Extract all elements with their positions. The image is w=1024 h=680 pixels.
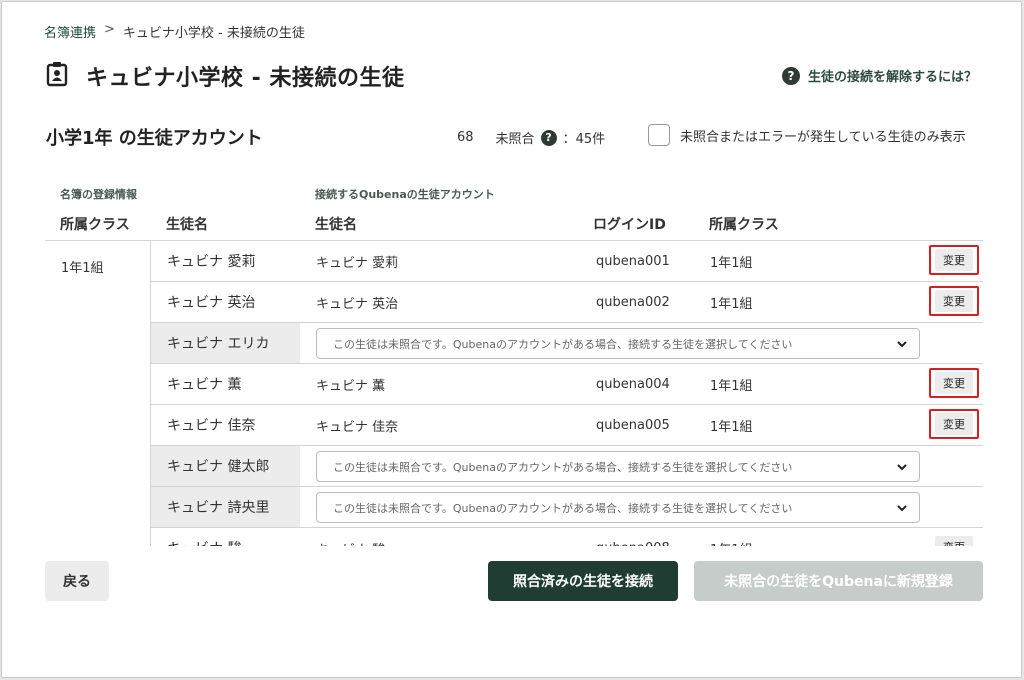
change-button[interactable]: 変更 — [929, 532, 979, 546]
table-row-unmatched: キュビナ エリカ この生徒は未照合です。Qubenaのアカウントがある場合、接続… — [150, 323, 983, 364]
change-button-label: 変更 — [935, 372, 973, 394]
column-header-roster-name: 生徒名 — [166, 217, 208, 233]
qubena-name: キュビナ 佳奈 — [316, 419, 399, 435]
student-select[interactable]: この生徒は未照合です。Qubenaのアカウントがある場合、接続する生徒を選択して… — [316, 492, 920, 523]
roster-name: キュビナ 英治 — [150, 282, 300, 322]
connect-matched-button[interactable]: 照合済みの生徒を接続 — [488, 561, 678, 601]
qubena-class: 1年1組 — [710, 528, 753, 547]
clipboard-person-icon — [46, 61, 68, 91]
table-row: キュビナ 愛莉 キュビナ 愛莉 qubena001 1年1組 変更 — [150, 241, 983, 282]
roster-group-header: 名簿の登録情報 — [60, 188, 137, 201]
chevron-down-icon — [897, 505, 907, 512]
student-stats: 68 未照合 ? ：45件 — [457, 128, 605, 147]
question-circle-icon: ? — [781, 66, 800, 85]
table-row: キュビナ 英治 キュビナ 英治 qubena002 1年1組 変更 — [150, 282, 983, 323]
back-button[interactable]: 戻る — [45, 561, 109, 601]
qubena-class: 1年1組 — [710, 296, 753, 312]
table-row: キュビナ 駿 キュビナ 駿 qubena008 1年1組 変更 — [150, 528, 983, 546]
change-button-label: 変更 — [935, 290, 973, 312]
login-id: qubena004 — [596, 376, 670, 392]
change-button-label: 変更 — [935, 413, 973, 435]
change-button-label: 変更 — [935, 536, 973, 546]
qubena-name: キュビナ 愛莉 — [316, 255, 399, 271]
roster-name: キュビナ 愛莉 — [150, 241, 300, 281]
roster-name: キュビナ 駿 — [150, 528, 300, 546]
change-button[interactable]: 変更 — [929, 409, 979, 439]
chevron-down-icon — [897, 341, 907, 348]
unmatched-help-icon[interactable]: ? — [540, 129, 557, 146]
breadcrumb-current: キュビナ小学校 - 未接続の生徒 — [122, 26, 305, 41]
change-button[interactable]: 変更 — [929, 286, 979, 316]
breadcrumb-link-roster[interactable]: 名簿連携 — [44, 22, 96, 41]
breadcrumb: 名簿連携 > キュビナ小学校 - 未接続の生徒 — [44, 22, 305, 41]
change-button[interactable]: 変更 — [929, 368, 979, 398]
qubena-group-header: 接続するQubenaの生徒アカウント — [315, 188, 495, 201]
qubena-class: 1年1組 — [710, 255, 753, 271]
table-row-unmatched: キュビナ 健太郎 この生徒は未照合です。Qubenaのアカウントがある場合、接続… — [150, 446, 983, 487]
qubena-class: 1年1組 — [710, 419, 753, 435]
login-id: qubena001 — [596, 253, 670, 269]
roster-name: キュビナ 健太郎 — [150, 446, 300, 486]
unmatched-filter[interactable]: 未照合またはエラーが発生している生徒のみ表示 — [648, 124, 966, 146]
page-header: キュビナ小学校 - 未接続の生徒 — [46, 60, 404, 92]
column-header-qubena-name: 生徒名 — [315, 217, 357, 233]
student-select[interactable]: この生徒は未照合です。Qubenaのアカウントがある場合、接続する生徒を選択して… — [316, 451, 920, 482]
student-select-placeholder: この生徒は未照合です。Qubenaのアカウントがある場合、接続する生徒を選択して… — [333, 337, 793, 351]
login-id: qubena008 — [596, 528, 670, 547]
table-row: キュビナ 佳奈 キュビナ 佳奈 qubena005 1年1組 変更 — [150, 405, 983, 446]
change-button-label: 変更 — [935, 249, 973, 271]
roster-name: キュビナ 詩央里 — [150, 487, 300, 527]
section-title: 小学1年 の生徒アカウント — [46, 128, 263, 149]
app-window: 名簿連携 > キュビナ小学校 - 未接続の生徒 キュビナ小学校 - 未接続の生徒… — [1, 1, 1022, 678]
table-row-unmatched: キュビナ 詩央里 この生徒は未照合です。Qubenaのアカウントがある場合、接続… — [150, 487, 983, 528]
help-link-label: 生徒の接続を解除するには？ — [807, 70, 977, 85]
login-id: qubena002 — [596, 294, 670, 310]
student-table[interactable]: 1年1組 キュビナ 愛莉 キュビナ 愛莉 qubena001 1年1組 変更 キ… — [45, 240, 983, 546]
qubena-name: キュビナ 英治 — [316, 296, 399, 312]
column-header-qubena-class: 所属クラス — [709, 217, 779, 233]
column-header-class: 所属クラス — [60, 217, 130, 233]
student-select-placeholder: この生徒は未照合です。Qubenaのアカウントがある場合、接続する生徒を選択して… — [333, 460, 793, 474]
change-button[interactable]: 変更 — [929, 245, 979, 275]
login-id: qubena005 — [596, 417, 670, 433]
column-header-login-id: ログインID — [593, 217, 666, 233]
table-row: キュビナ 薫 キュビナ 薫 qubena004 1年1組 変更 — [150, 364, 983, 405]
unmatched-label: 未照合 — [495, 132, 535, 147]
roster-name: キュビナ 佳奈 — [150, 405, 300, 445]
qubena-name: キュビナ 薫 — [316, 378, 386, 394]
student-select[interactable]: この生徒は未照合です。Qubenaのアカウントがある場合、接続する生徒を選択して… — [316, 328, 920, 359]
unmatched-filter-checkbox[interactable] — [648, 124, 670, 146]
qubena-name: キュビナ 駿 — [316, 528, 385, 547]
class-cell: 1年1組 — [45, 241, 150, 546]
class-label: 1年1組 — [61, 261, 104, 276]
page-title: キュビナ小学校 - 未接続の生徒 — [86, 66, 405, 91]
qubena-class: 1年1組 — [710, 378, 753, 394]
total-count: 68 — [457, 130, 474, 145]
register-unmatched-button: 未照合の生徒をQubenaに新規登録 — [694, 561, 983, 601]
unmatched-filter-label: 未照合またはエラーが発生している生徒のみ表示 — [680, 129, 966, 145]
breadcrumb-separator: > — [104, 22, 115, 37]
student-select-placeholder: この生徒は未照合です。Qubenaのアカウントがある場合、接続する生徒を選択して… — [333, 501, 793, 515]
help-link[interactable]: ? 生徒の接続を解除するには？ — [781, 66, 977, 85]
roster-name: キュビナ 薫 — [150, 364, 300, 404]
roster-name: キュビナ エリカ — [150, 323, 300, 363]
unmatched-count: ：45件 — [562, 132, 606, 147]
chevron-down-icon — [897, 464, 907, 471]
